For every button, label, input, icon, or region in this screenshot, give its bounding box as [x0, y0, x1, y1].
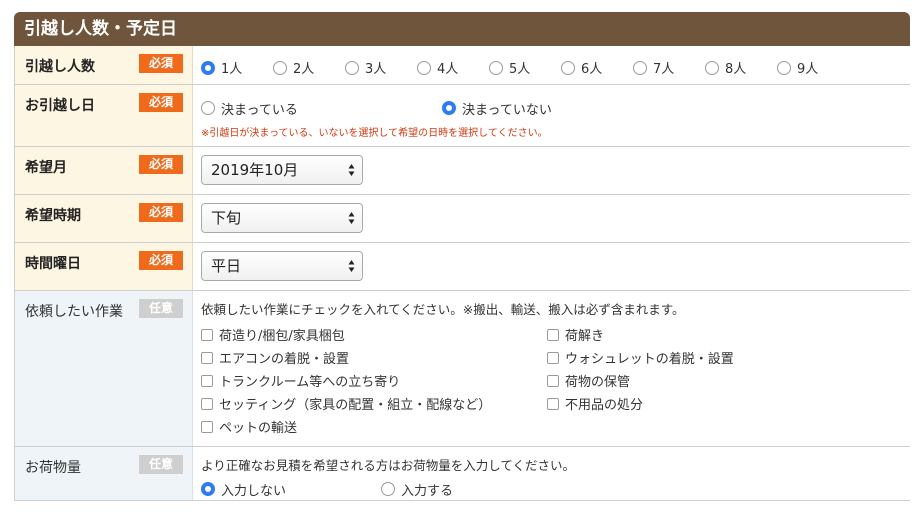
task-trunk-room[interactable]: トランクルーム等への立ち寄り — [201, 373, 547, 390]
tasks-label-cell: 依頼したい作業 任意 — [14, 290, 193, 447]
optional-badge: 任意 — [139, 454, 183, 474]
month-row: 希望月 必須 2019年10月 — [14, 146, 910, 195]
optional-badge: 任意 — [139, 298, 183, 318]
luggage-label-cell: お荷物量 任意 — [14, 446, 193, 501]
period-field: 下旬 — [192, 194, 910, 243]
radio-9[interactable] — [777, 60, 791, 75]
people-label-cell: 引越し人数 必須 — [14, 46, 193, 85]
task-unpacking[interactable]: 荷解き — [547, 327, 847, 344]
period-row: 希望時期 必須 下旬 — [14, 194, 910, 243]
radio-2[interactable] — [273, 60, 287, 75]
form-table: 引越し人数 必須 1人 2人 3人 4人 5人 6人 7人 8人 9人 お引越し… — [14, 46, 910, 501]
people-option-2[interactable]: 2人 — [273, 58, 345, 77]
checkbox[interactable] — [547, 374, 559, 387]
required-badge: 必須 — [139, 202, 183, 222]
month-label: 希望月 — [25, 159, 67, 176]
task-disposal[interactable]: 不用品の処分 — [547, 396, 847, 413]
checkbox[interactable] — [547, 328, 559, 341]
checkbox[interactable] — [201, 397, 213, 410]
weekday-label: 時間曜日 — [25, 255, 81, 272]
luggage-label: お荷物量 — [25, 459, 81, 476]
moving-form: 引越し人数・予定日 引越し人数 必須 1人 2人 3人 4人 5人 6人 7人 … — [14, 12, 910, 501]
radio-4[interactable] — [417, 60, 431, 75]
task-setting[interactable]: セッティング（家具の配置・組立・配線など） — [201, 396, 547, 413]
weekday-label-cell: 時間曜日 必須 — [14, 242, 193, 291]
radio-1[interactable] — [201, 60, 215, 75]
radio-decided[interactable] — [201, 101, 215, 115]
tasks-field: 依頼したい作業にチェックを入れてください。※搬出、輸送、搬入は必ず含まれます。 … — [192, 290, 910, 447]
checkbox[interactable] — [201, 328, 213, 341]
people-option-4[interactable]: 4人 — [417, 58, 489, 77]
task-washlet[interactable]: ウォシュレットの着脱・設置 — [547, 350, 847, 367]
tasks-label: 依頼したい作業 — [25, 303, 123, 320]
select-arrows-icon — [348, 163, 355, 176]
month-field: 2019年10月 — [192, 146, 910, 195]
move-date-decided-option[interactable]: 決まっている — [201, 99, 442, 118]
radio-no-input[interactable] — [201, 482, 215, 496]
luggage-input-option[interactable]: 入力する — [381, 480, 453, 499]
required-badge: 必須 — [139, 154, 183, 174]
people-option-3[interactable]: 3人 — [345, 58, 417, 77]
checkbox[interactable] — [201, 351, 213, 364]
radio-6[interactable] — [561, 60, 575, 75]
checkbox[interactable] — [201, 374, 213, 387]
people-field: 1人 2人 3人 4人 5人 6人 7人 8人 9人 — [192, 46, 910, 85]
section-title: 引越し人数・予定日 — [14, 12, 910, 46]
people-option-7[interactable]: 7人 — [633, 58, 705, 77]
period-label-cell: 希望時期 必須 — [14, 194, 193, 243]
people-row: 引越し人数 必須 1人 2人 3人 4人 5人 6人 7人 8人 9人 — [14, 46, 910, 85]
radio-input[interactable] — [381, 482, 395, 496]
task-storage[interactable]: 荷物の保管 — [547, 373, 847, 390]
people-option-8[interactable]: 8人 — [705, 58, 777, 77]
move-date-undecided-option[interactable]: 決まっていない — [442, 99, 552, 118]
task-aircon[interactable]: エアコンの着脱・設置 — [201, 350, 547, 367]
task-packing[interactable]: 荷造り/梱包/家具梱包 — [201, 327, 547, 344]
tasks-row: 依頼したい作業 任意 依頼したい作業にチェックを入れてください。※搬出、輸送、搬… — [14, 290, 910, 447]
people-option-9[interactable]: 9人 — [777, 58, 849, 77]
people-option-6[interactable]: 6人 — [561, 58, 633, 77]
radio-5[interactable] — [489, 60, 503, 75]
radio-7[interactable] — [633, 60, 647, 75]
checkbox[interactable] — [547, 351, 559, 364]
radio-undecided[interactable] — [442, 101, 456, 115]
checkbox[interactable] — [201, 420, 213, 433]
period-select[interactable]: 下旬 — [201, 202, 363, 233]
weekday-field: 平日 — [192, 242, 910, 291]
luggage-instruction: より正確なお見積を希望される方はお荷物量を入力してください。 — [201, 457, 576, 473]
move-date-label-cell: お引越し日 必須 — [14, 84, 193, 147]
period-label: 希望時期 — [25, 207, 81, 224]
move-date-field: 決まっている 決まっていない ※引越日が決まっている、いないを選択して希望の日時… — [192, 84, 910, 147]
month-label-cell: 希望月 必須 — [14, 146, 193, 195]
people-option-5[interactable]: 5人 — [489, 58, 561, 77]
people-label: 引越し人数 — [25, 59, 95, 75]
weekday-select[interactable]: 平日 — [201, 250, 363, 281]
month-select[interactable]: 2019年10月 — [201, 154, 363, 185]
checkbox[interactable] — [547, 397, 559, 410]
people-option-1[interactable]: 1人 — [201, 58, 273, 77]
required-badge: 必須 — [139, 92, 183, 112]
tasks-instruction: 依頼したい作業にチェックを入れてください。※搬出、輸送、搬入は必ず含まれます。 — [201, 301, 685, 317]
move-date-row: お引越し日 必須 決まっている 決まっていない ※引越日が決まっている、いないを… — [14, 84, 910, 147]
move-date-label: お引越し日 — [25, 97, 95, 114]
select-arrows-icon — [348, 211, 355, 224]
tasks-checklist: 荷造り/梱包/家具梱包 荷解き エアコンの着脱・設置 ウォシュレットの着脱・設置… — [201, 327, 910, 436]
move-date-notice: ※引越日が決まっている、いないを選択して希望の日時を選択してください。 — [201, 127, 548, 139]
radio-3[interactable] — [345, 60, 359, 75]
required-badge: 必須 — [139, 54, 183, 73]
select-arrows-icon — [348, 259, 355, 272]
radio-8[interactable] — [705, 60, 719, 75]
weekday-row: 時間曜日 必須 平日 — [14, 242, 910, 291]
luggage-field: より正確なお見積を希望される方はお荷物量を入力してください。 入力しない 入力す… — [192, 446, 910, 501]
required-badge: 必須 — [139, 250, 183, 270]
task-pet-transport[interactable]: ペットの輸送 — [201, 419, 547, 436]
luggage-row: お荷物量 任意 より正確なお見積を希望される方はお荷物量を入力してください。 入… — [14, 446, 910, 501]
luggage-no-input-option[interactable]: 入力しない — [201, 480, 381, 499]
